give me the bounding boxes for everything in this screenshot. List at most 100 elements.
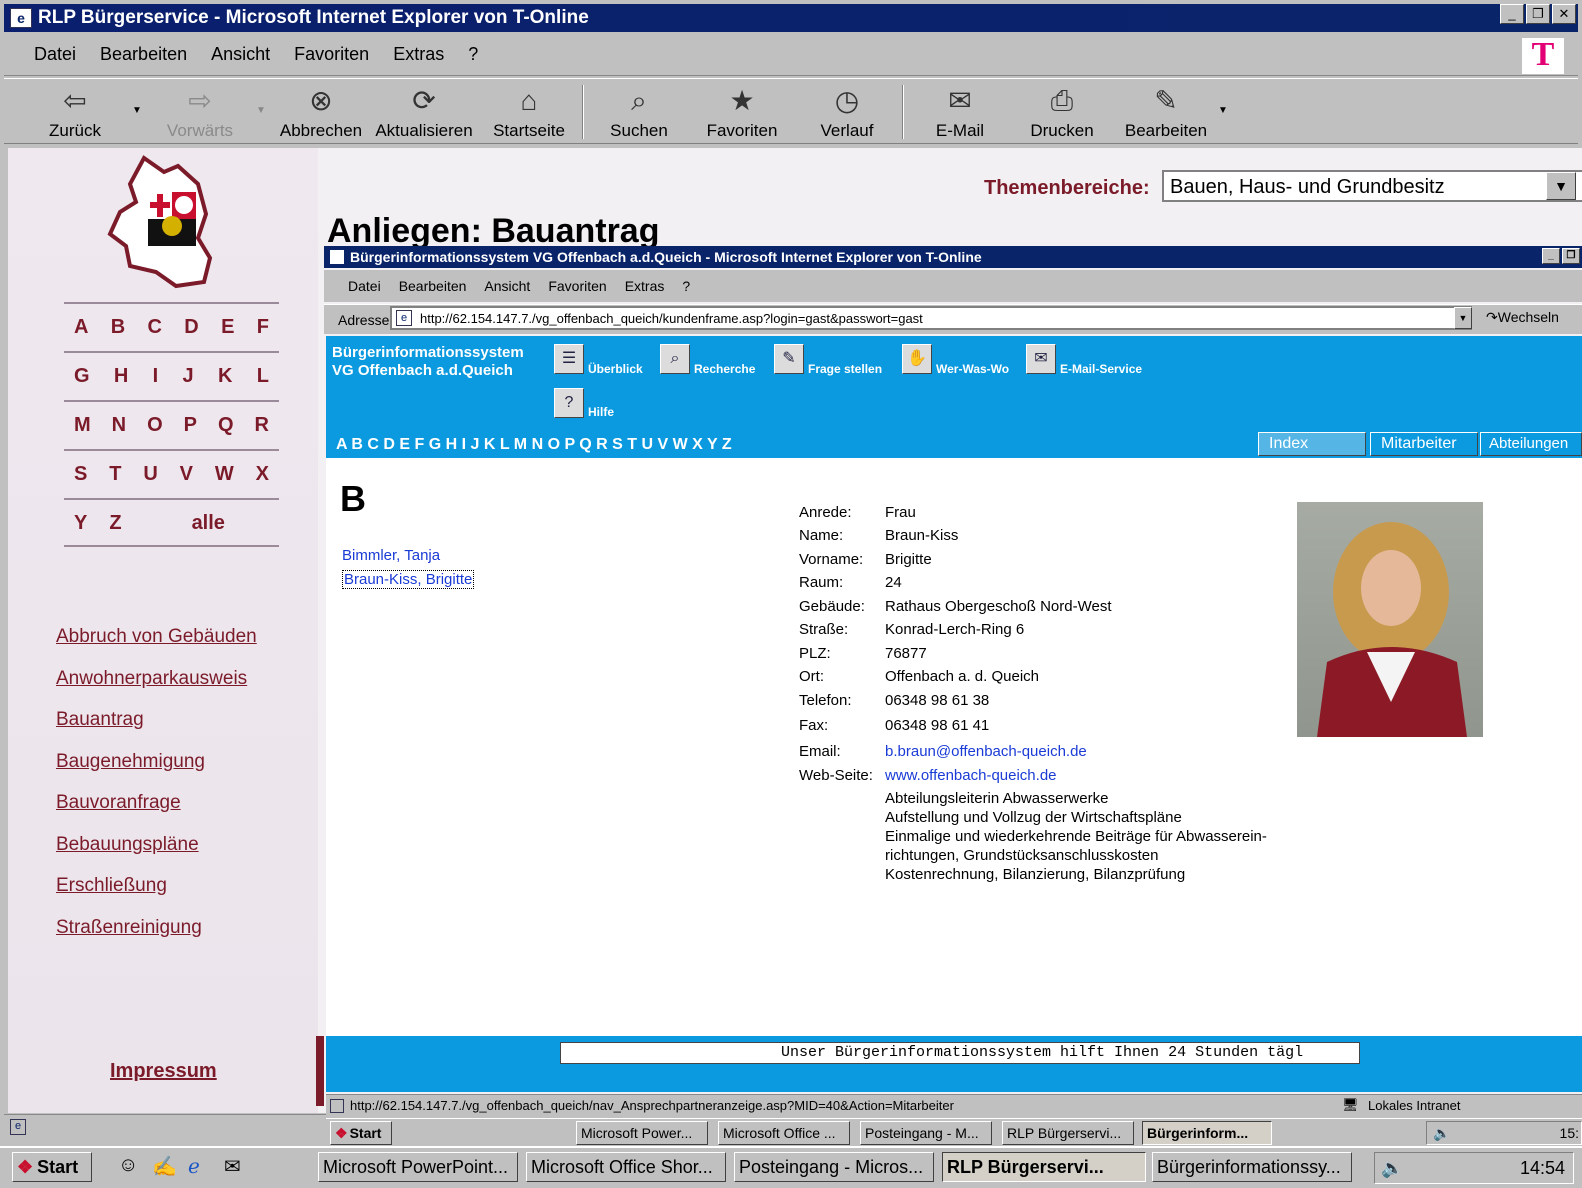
letter-h[interactable]: H	[114, 365, 128, 400]
forward-button[interactable]: ⇨ Vorwärts	[160, 83, 240, 141]
inner-task-powerpoint[interactable]: Microsoft Power...	[576, 1121, 708, 1145]
menu-favoriten[interactable]: Favoriten	[548, 278, 606, 294]
inbox-icon[interactable]: ✉	[224, 1154, 241, 1179]
back-button[interactable]: ⇦ Zurück	[40, 83, 110, 141]
ie-icon[interactable]: ℯ	[188, 1154, 200, 1179]
letter-j[interactable]: J	[183, 365, 194, 400]
inner-task-bis[interactable]: Bürgerinform...	[1142, 1121, 1272, 1145]
letter-o[interactable]: O	[147, 414, 163, 449]
help-icon[interactable]: ?	[554, 388, 584, 418]
link-abbruch[interactable]: Abbruch von Gebäuden	[56, 626, 257, 648]
handshake-icon[interactable]: ✋	[902, 344, 932, 374]
inner-task-posteingang[interactable]: Posteingang - M...	[860, 1121, 992, 1145]
home-button[interactable]: ⌂ Startseite	[488, 83, 570, 141]
overview-icon[interactable]: ☰	[554, 344, 584, 374]
speaker-icon[interactable]: 🔈	[1381, 1158, 1403, 1179]
minimize-icon[interactable]: _	[1500, 4, 1524, 24]
go-button[interactable]: ↷Wechseln	[1486, 309, 1559, 326]
letter-b[interactable]: B	[111, 316, 125, 351]
link-anwohnerparkausweis[interactable]: Anwohnerparkausweis	[56, 668, 247, 690]
outlook-icon[interactable]: ✍	[152, 1154, 177, 1179]
letter-x[interactable]: X	[256, 463, 269, 498]
print-button[interactable]: ⎙ Drucken	[1024, 83, 1100, 141]
letter-c[interactable]: C	[148, 316, 162, 351]
menu-extras[interactable]: Extras	[393, 44, 444, 65]
history-button[interactable]: ◷ Verlauf	[814, 83, 880, 141]
edit-dropdown-icon[interactable]: ▼	[1218, 105, 1228, 116]
letter-q[interactable]: Q	[218, 414, 234, 449]
nav-who[interactable]: Wer-Was-Wo	[936, 362, 1009, 376]
letter-d[interactable]: D	[184, 316, 198, 351]
menu-extras[interactable]: Extras	[625, 278, 665, 294]
task-posteingang[interactable]: Posteingang - Micros...	[734, 1152, 934, 1182]
chevron-down-icon[interactable]: ▼	[1454, 307, 1472, 329]
letter-s[interactable]: S	[74, 463, 87, 498]
close-icon[interactable]: ✕	[1552, 4, 1576, 24]
maximize-icon[interactable]: ❐	[1526, 4, 1550, 24]
themen-select[interactable]: Bauen, Haus- und Grundbesitz	[1162, 170, 1582, 202]
link-bauvoranfrage[interactable]: Bauvoranfrage	[56, 792, 181, 814]
letter-l[interactable]: L	[257, 365, 269, 400]
search-icon[interactable]: ⌕	[660, 344, 690, 374]
inner-start-button[interactable]: ❖ Start	[330, 1121, 392, 1145]
link-erschliessung[interactable]: Erschließung	[56, 875, 167, 897]
mail-button[interactable]: ✉ E-Mail	[930, 83, 990, 141]
link-strassenreinigung[interactable]: Straßenreinigung	[56, 917, 202, 939]
letter-e[interactable]: E	[221, 316, 234, 351]
task-office[interactable]: Microsoft Office Shor...	[526, 1152, 726, 1182]
letter-w[interactable]: W	[215, 463, 234, 498]
task-powerpoint[interactable]: Microsoft PowerPoint...	[318, 1152, 518, 1182]
search-button[interactable]: ⌕ Suchen	[604, 83, 674, 141]
menu-help[interactable]: ?	[468, 44, 478, 65]
nav-mail[interactable]: E-Mail-Service	[1060, 362, 1142, 376]
tab-abteilungen[interactable]: Abteilungen	[1480, 432, 1582, 456]
letter-v[interactable]: V	[180, 463, 193, 498]
maximize-icon[interactable]: ❐	[1562, 248, 1580, 264]
letter-alle[interactable]: alle	[192, 512, 225, 545]
favorites-button[interactable]: ★ Favoriten	[702, 83, 782, 141]
inner-task-office[interactable]: Microsoft Office ...	[718, 1121, 850, 1145]
chevron-down-icon[interactable]: ▼	[1546, 172, 1576, 200]
person-link-braun-kiss[interactable]: Braun-Kiss, Brigitte	[342, 570, 475, 589]
menu-ansicht[interactable]: Ansicht	[484, 278, 530, 294]
menu-bearbeiten[interactable]: Bearbeiten	[100, 44, 187, 65]
nav-ask[interactable]: Frage stellen	[808, 362, 882, 376]
impressum-link[interactable]: Impressum	[110, 1060, 217, 1083]
minimize-icon[interactable]: _	[1542, 248, 1560, 264]
edit-button[interactable]: ✎ Bearbeiten	[1120, 83, 1212, 141]
back-dropdown-icon[interactable]: ▼	[132, 105, 142, 116]
letter-z[interactable]: Z	[109, 512, 121, 545]
letter-y[interactable]: Y	[74, 512, 87, 545]
letter-a[interactable]: A	[74, 316, 88, 351]
address-input[interactable]: e http://62.154.147.7./vg_offenbach_quei…	[390, 306, 1472, 330]
letter-u[interactable]: U	[143, 463, 157, 498]
menu-datei[interactable]: Datei	[348, 278, 381, 294]
nav-research[interactable]: Recherche	[694, 362, 755, 376]
tab-index[interactable]: Index	[1258, 432, 1366, 456]
letter-g[interactable]: G	[74, 365, 90, 400]
start-button[interactable]: ❖ Start	[12, 1152, 92, 1182]
nav-help[interactable]: Hilfe	[588, 405, 614, 419]
email-link[interactable]: b.braun@offenbach-queich.de	[885, 743, 1087, 760]
inner-task-rlp[interactable]: RLP Bürgerservi...	[1002, 1121, 1134, 1145]
mail-icon[interactable]: ✉	[1026, 344, 1056, 374]
tab-mitarbeiter[interactable]: Mitarbeiter	[1370, 432, 1478, 456]
task-bis[interactable]: Bürgerinformationssy...	[1152, 1152, 1352, 1182]
menu-favoriten[interactable]: Favoriten	[294, 44, 369, 65]
menu-datei[interactable]: Datei	[34, 44, 76, 65]
website-link[interactable]: www.offenbach-queich.de	[885, 767, 1057, 784]
link-baugenehmigung[interactable]: Baugenehmigung	[56, 751, 205, 773]
task-rlp[interactable]: RLP Bürgerservi...	[942, 1152, 1146, 1182]
letter-index[interactable]: A B C D E F G H I J K L M N O P Q R S T …	[336, 436, 732, 454]
letter-k[interactable]: K	[218, 365, 232, 400]
pencil-icon[interactable]: ✎	[774, 344, 804, 374]
forward-dropdown-icon[interactable]: ▼	[256, 105, 266, 116]
link-bauantrag[interactable]: Bauantrag	[56, 709, 144, 731]
menu-bearbeiten[interactable]: Bearbeiten	[399, 278, 467, 294]
letter-r[interactable]: R	[255, 414, 269, 449]
menu-ansicht[interactable]: Ansicht	[211, 44, 270, 65]
letter-p[interactable]: P	[184, 414, 197, 449]
letter-m[interactable]: M	[74, 414, 91, 449]
letter-t[interactable]: T	[109, 463, 121, 498]
letter-f[interactable]: F	[257, 316, 269, 351]
